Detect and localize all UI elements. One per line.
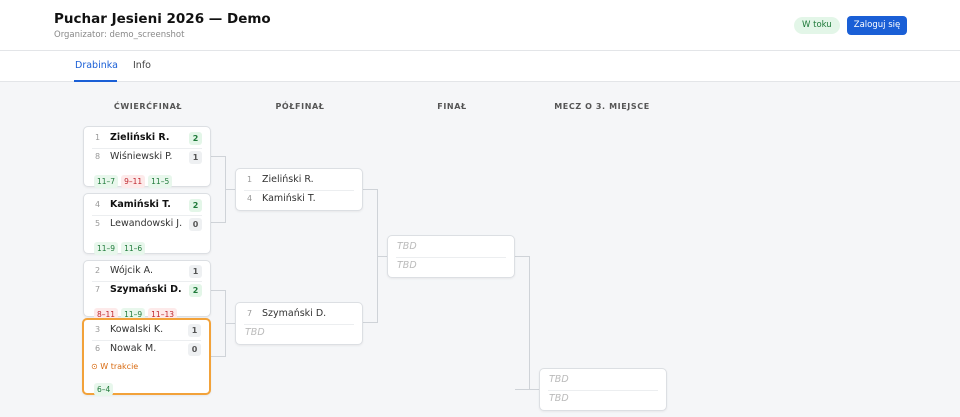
player-name: Zieliński R.	[262, 174, 314, 185]
qf-match-3[interactable]: 2 Wójcik A. 1 7 Szymański D. 2 8–11 11–9 1…	[83, 260, 211, 321]
tbd-placeholder: TBD	[549, 374, 569, 385]
player-name: Kamiński T.	[262, 193, 316, 204]
player-row: 4 Kamiński T.	[236, 190, 362, 209]
player-name: Zieliński R.	[110, 132, 170, 143]
player-row: 4 Kamiński T. 2	[84, 196, 210, 215]
set-score: 6–4	[94, 383, 114, 396]
player-row: TBD	[540, 390, 666, 409]
set-score: 11–9	[94, 242, 119, 255]
player-row: TBD	[388, 238, 514, 257]
wins-count: 0	[188, 343, 201, 356]
round-title-third-place: MECZ O 3. MIEJSCE	[554, 102, 650, 111]
set-scores: 11–7 9–11 11–5	[94, 169, 175, 188]
seed-number: 1	[247, 175, 253, 184]
connector-to-sf1	[226, 189, 235, 190]
page-title: Puchar Jesieni 2026 — Demo	[54, 11, 271, 27]
wins-count: 1	[189, 151, 202, 164]
login-button[interactable]: Zaloguj się	[847, 16, 907, 35]
wins-count: 1	[188, 324, 201, 337]
live-status-label: W trakcie	[100, 362, 139, 371]
tbd-placeholder: TBD	[397, 260, 417, 271]
player-row: 1 Zieliński R.	[236, 171, 362, 190]
player-row: 2 Wójcik A. 1	[84, 262, 210, 281]
connector-to-sf2	[226, 323, 235, 324]
player-row: 5 Lewandowski J. 0	[84, 215, 210, 234]
tab-info[interactable]: Info	[133, 60, 151, 71]
seed-number: 8	[95, 152, 101, 161]
wins-count: 2	[189, 199, 202, 212]
seed-number: 7	[247, 309, 253, 318]
player-name: Lewandowski J.	[110, 218, 183, 229]
set-score: 11–6	[121, 242, 146, 255]
player-name: Nowak M.	[110, 343, 157, 354]
player-name: Kowalski K.	[110, 324, 164, 335]
live-dot-icon: ⊙	[91, 362, 98, 371]
player-name: Wójcik A.	[110, 265, 154, 276]
set-score: 11–7	[94, 175, 119, 188]
final-match[interactable]: TBD TBD	[387, 235, 515, 278]
player-row: TBD	[388, 257, 514, 276]
player-name: Szymański D.	[262, 308, 327, 319]
connector-qf1-qf2	[211, 156, 226, 223]
player-row: 7 Szymański D. 2	[84, 281, 210, 300]
player-row: 6 Nowak M. 0	[84, 340, 209, 359]
app-header: Puchar Jesieni 2026 — Demo Organizator: …	[0, 0, 960, 51]
tab-bracket[interactable]: Drabinka	[75, 60, 118, 71]
seed-number: 2	[95, 266, 101, 275]
seed-number: 7	[95, 285, 101, 294]
set-score: 9–11	[121, 175, 146, 188]
qf-match-1[interactable]: 1 Zieliński R. 2 8 Wiśniewski P. 1 11–7 9…	[83, 126, 211, 188]
organizer-label: Organizator: demo_screenshot	[54, 30, 185, 40]
live-status: ⊙ W trakcie	[91, 362, 138, 371]
player-row: TBD	[540, 371, 666, 390]
third-place-match[interactable]: TBD TBD	[539, 368, 667, 411]
player-row: TBD	[236, 324, 362, 343]
player-row: 8 Wiśniewski P. 1	[84, 148, 210, 167]
qf-match-4[interactable]: 3 Kowalski K. 1 6 Nowak M. 0 ⊙ W trakcie…	[82, 318, 211, 396]
player-name: Wiśniewski P.	[110, 151, 173, 162]
tbd-placeholder: TBD	[549, 393, 569, 404]
sf-match-2[interactable]: 7 Szymański D. TBD	[235, 302, 363, 345]
seed-number: 4	[247, 194, 253, 203]
tbd-placeholder: TBD	[245, 327, 265, 338]
wins-count: 0	[189, 218, 202, 231]
tab-bar: Drabinka Info	[0, 51, 960, 82]
status-badge: W toku	[794, 17, 840, 34]
set-scores: 6–4	[94, 377, 116, 396]
connector-to-third-place	[515, 256, 530, 390]
qf-match-2[interactable]: 4 Kamiński T. 2 5 Lewandowski J. 0 11–9 1…	[83, 193, 211, 255]
seed-number: 6	[95, 344, 101, 353]
player-row: 1 Zieliński R. 2	[84, 129, 210, 148]
player-name: Szymański D.	[110, 284, 182, 295]
connector-qf3-qf4	[211, 290, 226, 357]
wins-count: 2	[189, 284, 202, 297]
round-title-final: FINAŁ	[437, 102, 467, 111]
seed-number: 3	[95, 325, 101, 334]
sf-match-1[interactable]: 1 Zieliński R. 4 Kamiński T.	[235, 168, 363, 211]
player-row: 3 Kowalski K. 1	[84, 321, 209, 340]
active-tab-indicator	[74, 80, 117, 82]
seed-number: 4	[95, 200, 101, 209]
tbd-placeholder: TBD	[397, 241, 417, 252]
set-scores: 11–9 11–6	[94, 236, 148, 255]
set-score: 11–5	[148, 175, 173, 188]
wins-count: 2	[189, 132, 202, 145]
seed-number: 1	[95, 133, 101, 142]
round-title-semifinal: PÓŁFINAŁ	[275, 102, 325, 111]
wins-count: 1	[189, 265, 202, 278]
seed-number: 5	[95, 219, 101, 228]
connector-sf-to-final	[363, 189, 378, 323]
connector-into-third-place	[530, 389, 539, 390]
connector-to-final	[378, 256, 387, 257]
player-name: Kamiński T.	[110, 199, 171, 210]
round-title-quarterfinal: ĆWIERĆFINAŁ	[113, 102, 183, 111]
player-row: 7 Szymański D.	[236, 305, 362, 324]
